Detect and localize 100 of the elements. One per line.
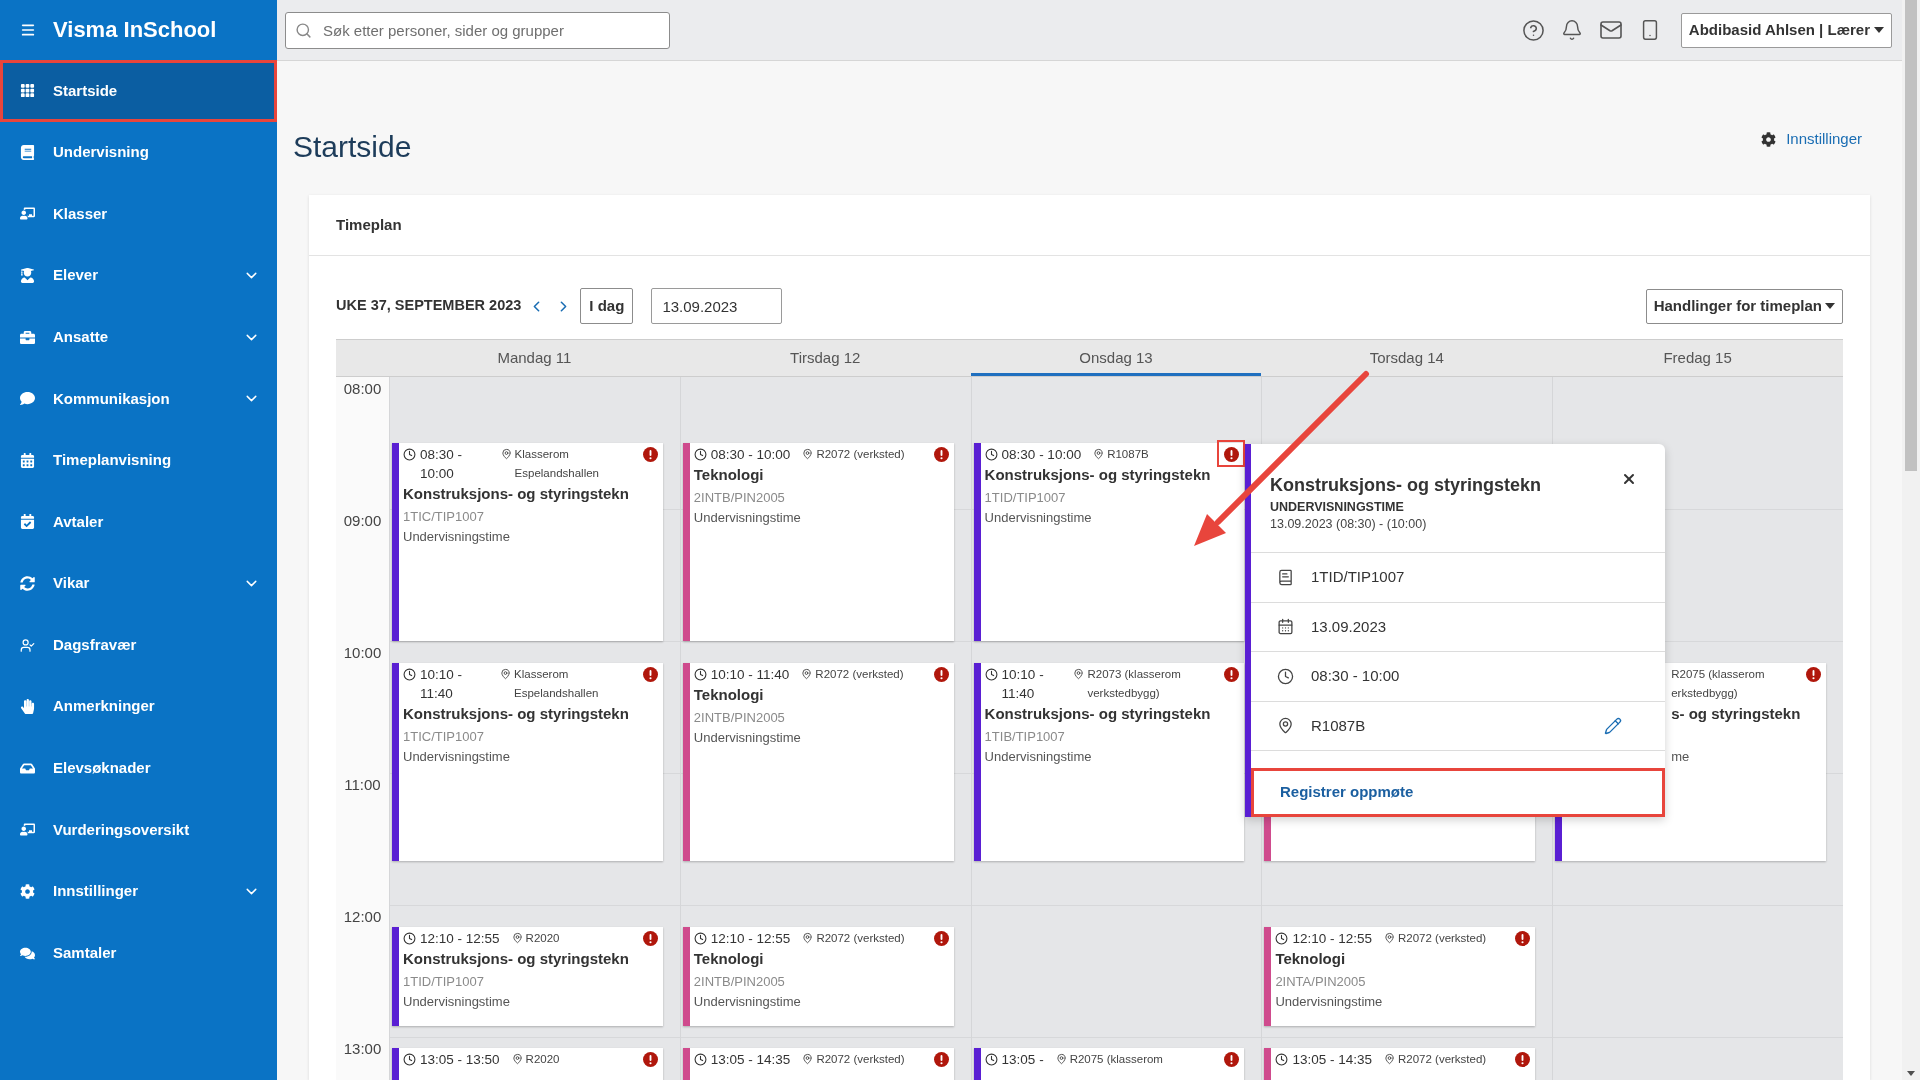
time-label: 08:00 (342, 379, 383, 399)
book-icon (1277, 568, 1294, 586)
register-attendance-link[interactable]: Registrer oppmøte (1280, 781, 1414, 804)
user-menu[interactable]: Abdibasid Ahlsen | Lærer (1680, 12, 1892, 48)
event-type: me (1671, 748, 1690, 766)
sidebar-item[interactable]: Innstillinger (0, 860, 277, 923)
sidebar-item[interactable]: Vikar (0, 552, 277, 615)
event-time: 13:05 - 13:50 (420, 1051, 500, 1069)
grid-icon (20, 83, 35, 99)
time-label: 10:00 (342, 643, 383, 663)
clock-icon (1275, 1053, 1289, 1066)
graduate-icon (20, 268, 35, 284)
pin-icon (801, 668, 813, 680)
event-card[interactable]: 13:05 - 13:50 R2020 (392, 1048, 663, 1080)
event-card[interactable]: 08:30 - 10:00 R2072 (verksted) Teknologi 2INTB/PIN2005 Undervisningstime (682, 443, 954, 641)
close-icon[interactable] (1621, 471, 1637, 487)
sidebar-item[interactable]: Elevsøknader (0, 737, 277, 800)
clock-icon (403, 668, 416, 681)
event-group: 2INTB/PIN2005 (693, 972, 785, 992)
event-location: R2072 (verksted) (816, 931, 905, 946)
today-button[interactable]: I dag (580, 288, 634, 324)
event-location: R2072 (verksted) (816, 447, 905, 462)
sidebar-item[interactable]: Undervisning (0, 121, 277, 184)
sidebar-item[interactable]: Anmerkninger (0, 675, 277, 738)
settings-icon (1761, 131, 1777, 147)
actions-dropdown[interactable]: Handlinger for timeplan (1645, 288, 1843, 324)
event-card[interactable]: 12:10 - 12:55 R2020 Konstruksjons- og styringstekn 1TID/TIP1007 Undervisningstime (392, 927, 663, 1026)
event-card[interactable]: 10:10 - 11:40 R2072 (verksted) Teknologi 2INTB/PIN2005 Undervisningstime (682, 663, 954, 861)
sidebar-item[interactable]: Kommunikasjon (0, 367, 277, 430)
settings-icon (20, 884, 35, 899)
event-title: Konstruksjons- og styringstekn (984, 704, 1211, 724)
event-time: 08:30 - 10:00 (420, 446, 464, 483)
event-card[interactable]: 12:10 - 12:55 R2072 (verksted) Teknologi 2INTB/PIN2005 Undervisningstime (682, 927, 954, 1026)
clock-icon (403, 1053, 416, 1066)
popup-subtitle: UNDERVISNINGSTIME (1270, 499, 1404, 515)
event-card[interactable]: 13:05 - 14:35 R2072 (verksted) (682, 1048, 954, 1080)
event-card[interactable]: 10:10 - 11:40 R2073 (klasserom verkstedbygg) Konstruksjons- og styringstekn 1TIB/TIP1007 Undervisningstime (973, 663, 1245, 861)
scrollbar-thumb[interactable] (1905, 0, 1917, 471)
time-label: 13:00 (342, 1039, 383, 1059)
speech-bubbles-icon (20, 945, 35, 961)
event-group: 1TID/TIP1007 (403, 972, 484, 992)
time-label: 09:00 (342, 511, 383, 531)
event-card[interactable]: 12:10 - 12:55 R2072 (verksted) Teknologi 2INTA/PIN2005 Undervisningstime (1264, 927, 1536, 1026)
event-location: R2075 (klasserom (1671, 667, 1765, 682)
event-time: 13:05 - 14:35 (1292, 1051, 1372, 1069)
clock-icon (693, 932, 707, 945)
clock-icon (984, 668, 998, 681)
event-title: Konstruksjons- og styringstekn (984, 465, 1211, 485)
day-header: Mandag 11 (496, 347, 573, 368)
popup-detail: R1087B (1311, 715, 1366, 736)
book-icon (20, 144, 35, 160)
sidebar-item[interactable]: Ansatte (0, 306, 277, 368)
card-title: Timeplan (336, 214, 402, 235)
pencil-icon[interactable] (1604, 716, 1622, 735)
event-card[interactable]: 08:30 - 10:00 Klasserom Espelandshallen Konstruksjons- og styringstekn 1TIC/TIP1007 Undervisningstime (392, 443, 663, 641)
sidebar-item[interactable]: Avtaler (0, 491, 277, 553)
pin-icon (511, 1053, 523, 1065)
briefcase-icon (20, 329, 35, 345)
event-type: Undervisningstime (403, 748, 510, 766)
caret-icon (1874, 27, 1884, 33)
event-type: Undervisningstime (693, 993, 801, 1011)
bell-icon[interactable] (1560, 19, 1583, 41)
date-field[interactable]: 13.09.2023 (651, 288, 783, 324)
pin-icon (1383, 932, 1395, 944)
event-card[interactable]: 13:05 - R2075 (klasserom (973, 1048, 1245, 1080)
sidebar-item[interactable]: Samtaler (0, 922, 277, 984)
time-label: 11:00 (343, 775, 382, 795)
pin-icon (1093, 448, 1105, 460)
sidebar-item[interactable]: Dagsfravær (0, 614, 277, 676)
search-field[interactable]: Søk etter personer, sider og grupper (285, 11, 670, 49)
popup-title: Konstruksjons- og styringstekn (1270, 474, 1542, 496)
down-triangle-icon[interactable] (1907, 1071, 1915, 1076)
event-card[interactable]: 13:05 - 14:35 R2072 (verksted) (1264, 1048, 1536, 1080)
event-location: erkstedbygg) (1671, 686, 1738, 701)
event-card[interactable]: 10:10 - 11:40 Klasserom Espelandshallen Konstruksjons- og styringstekn 1TIC/TIP1007 Undervisningstime (392, 663, 663, 861)
event-title: Konstruksjons- og styringstekn (403, 949, 629, 969)
pin-icon (1073, 668, 1085, 680)
sidebar-item[interactable]: Elever (0, 244, 277, 307)
sidebar-item[interactable]: Klasser (0, 183, 277, 245)
event-title: Teknologi (693, 685, 764, 705)
event-title: Teknologi (693, 465, 764, 485)
event-group: 1TIB/TIP1007 (984, 727, 1065, 747)
day-header: Fredag 15 (1662, 347, 1733, 368)
event-title: Teknologi (1275, 949, 1346, 969)
menu-icon[interactable] (20, 22, 36, 38)
pin-icon (802, 1053, 814, 1065)
sidebar-item[interactable]: Timeplanvisning (0, 429, 277, 492)
event-card[interactable]: 08:30 - 10:00 R1087B Konstruksjons- og styringstekn 1TID/TIP1007 Undervisningstime (973, 443, 1245, 641)
clock-icon (403, 932, 416, 945)
week-label: UKE 37, SEPTEMBER 2023 (336, 296, 522, 316)
envelope-icon[interactable] (1598, 18, 1623, 42)
clock-icon (984, 448, 998, 461)
clock-icon (693, 668, 707, 681)
settings-link[interactable]: Innstillinger (1761, 129, 1862, 149)
event-type: Undervisningstime (984, 509, 1092, 527)
event-location: R2072 (verksted) (816, 1052, 905, 1067)
sidebar-item[interactable]: Vurderingsoversikt (0, 799, 277, 861)
sidebar-item[interactable]: Startside (0, 60, 277, 122)
pin-icon (500, 668, 512, 680)
help-icon[interactable] (1521, 18, 1545, 42)
